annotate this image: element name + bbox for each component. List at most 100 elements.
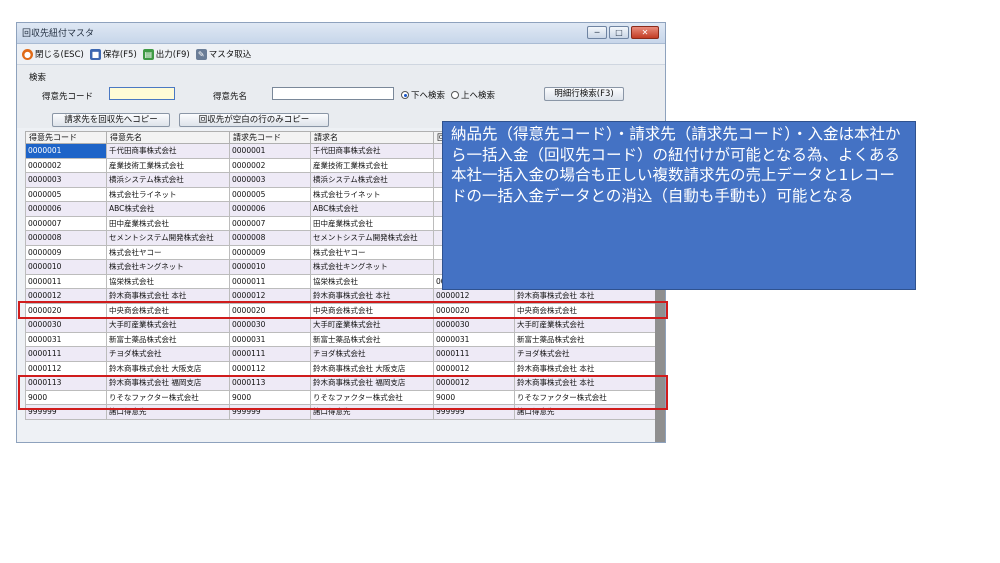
- table-cell[interactable]: 株式会社キングネット: [106, 259, 230, 275]
- table-cell[interactable]: 0000009: [229, 244, 311, 260]
- table-cell[interactable]: チヨダ株式会社: [310, 346, 434, 362]
- table-cell[interactable]: 株式会社キングネット: [310, 259, 434, 275]
- table-cell[interactable]: りそなファクター株式会社: [514, 389, 656, 405]
- table-cell[interactable]: 0000003: [229, 172, 311, 188]
- import-button[interactable]: ✎ マスタ取込: [195, 48, 251, 60]
- table-cell[interactable]: 大手町産業株式会社: [106, 317, 230, 333]
- table-cell[interactable]: 9000: [433, 389, 515, 405]
- table-cell[interactable]: 協栄株式会社: [310, 273, 434, 289]
- table-cell[interactable]: 0000112: [25, 360, 107, 376]
- maximize-button[interactable]: □: [609, 26, 629, 39]
- table-cell[interactable]: 0000011: [229, 273, 311, 289]
- table-cell[interactable]: 999999: [25, 404, 107, 420]
- close-window-button[interactable]: ✕: [631, 26, 659, 39]
- table-cell[interactable]: 鈴木商事株式会社 大阪支店: [310, 360, 434, 376]
- table-cell[interactable]: 産業技術工業株式会社: [310, 157, 434, 173]
- table-cell[interactable]: 0000111: [229, 346, 311, 362]
- table-row[interactable]: 0000030 大手町産業株式会社 0000030 大手町産業株式会社 0000030 大…: [25, 317, 656, 333]
- table-cell[interactable]: 諸口得意先: [310, 404, 434, 420]
- table-cell[interactable]: 0000113: [25, 375, 107, 391]
- output-button[interactable]: ▤ 出力(F9): [142, 48, 190, 60]
- table-cell[interactable]: 千代田商事株式会社: [106, 143, 230, 159]
- table-cell[interactable]: 諸口得意先: [514, 404, 656, 420]
- table-cell[interactable]: 中央商会株式会社: [310, 302, 434, 318]
- table-cell[interactable]: りそなファクター株式会社: [106, 389, 230, 405]
- table-row[interactable]: 0000111 チヨダ株式会社 0000111 チヨダ株式会社 0000111 チヨダ株式…: [25, 346, 656, 362]
- table-cell[interactable]: 0000001: [25, 143, 107, 159]
- table-cell[interactable]: 0000003: [25, 172, 107, 188]
- table-cell[interactable]: 0000012: [229, 288, 311, 304]
- detail-search-button[interactable]: 明細行検索(F3): [544, 87, 624, 101]
- customer-code-input[interactable]: [109, 87, 175, 100]
- table-cell[interactable]: チヨダ株式会社: [514, 346, 656, 362]
- table-cell[interactable]: 中央商会株式会社: [514, 302, 656, 318]
- table-cell[interactable]: 999999: [433, 404, 515, 420]
- table-cell[interactable]: 0000030: [433, 317, 515, 333]
- table-cell[interactable]: 0000020: [229, 302, 311, 318]
- table-cell[interactable]: 千代田商事株式会社: [310, 143, 434, 159]
- table-cell[interactable]: 0000002: [25, 157, 107, 173]
- table-cell[interactable]: 0000011: [25, 273, 107, 289]
- column-header[interactable]: 得意先コード: [25, 131, 107, 144]
- table-cell[interactable]: 0000112: [229, 360, 311, 376]
- table-cell[interactable]: 0000031: [25, 331, 107, 347]
- table-cell[interactable]: 0000008: [229, 230, 311, 246]
- table-cell[interactable]: 協栄株式会社: [106, 273, 230, 289]
- table-cell[interactable]: 0000005: [229, 186, 311, 202]
- table-cell[interactable]: 新富士薬品株式会社: [514, 331, 656, 347]
- table-cell[interactable]: 0000020: [433, 302, 515, 318]
- table-row[interactable]: 0000012 鈴木商事株式会社 本社 0000012 鈴木商事株式会社 本社 0000…: [25, 288, 656, 304]
- table-cell[interactable]: 0000030: [229, 317, 311, 333]
- table-cell[interactable]: 横浜システム株式会社: [106, 172, 230, 188]
- copy-billing-to-collection-button[interactable]: 請求先を回収先へコピー: [52, 113, 170, 127]
- customer-name-input[interactable]: [272, 87, 394, 100]
- table-row[interactable]: 0000112 鈴木商事株式会社 大阪支店 0000112 鈴木商事株式会社 大阪支店…: [25, 360, 656, 376]
- table-cell[interactable]: 株式会社ライネット: [106, 186, 230, 202]
- table-cell[interactable]: 0000006: [229, 201, 311, 217]
- table-row[interactable]: 0000031 新富士薬品株式会社 0000031 新富士薬品株式会社 0000031 新…: [25, 331, 656, 347]
- table-cell[interactable]: 999999: [229, 404, 311, 420]
- table-cell[interactable]: 0000111: [433, 346, 515, 362]
- table-cell[interactable]: 株式会社ヤコー: [106, 244, 230, 260]
- table-cell[interactable]: 0000007: [229, 215, 311, 231]
- table-row[interactable]: 0000113 鈴木商事株式会社 福岡支店 0000113 鈴木商事株式会社 福岡支店…: [25, 375, 656, 391]
- table-cell[interactable]: 鈴木商事株式会社 福岡支店: [106, 375, 230, 391]
- table-cell[interactable]: 田中産業株式会社: [106, 215, 230, 231]
- table-cell[interactable]: ABC株式会社: [106, 201, 230, 217]
- table-cell[interactable]: 大手町産業株式会社: [514, 317, 656, 333]
- table-row[interactable]: 0000020 中央商会株式会社 0000020 中央商会株式会社 0000020 中央商…: [25, 302, 656, 318]
- table-cell[interactable]: セメントシステム開発株式会社: [106, 230, 230, 246]
- table-cell[interactable]: 新富士薬品株式会社: [106, 331, 230, 347]
- table-cell[interactable]: 田中産業株式会社: [310, 215, 434, 231]
- table-cell[interactable]: 0000008: [25, 230, 107, 246]
- table-cell[interactable]: 鈴木商事株式会社 大阪支店: [106, 360, 230, 376]
- table-cell[interactable]: 0000012: [25, 288, 107, 304]
- table-cell[interactable]: 0000010: [25, 259, 107, 275]
- table-cell[interactable]: 大手町産業株式会社: [310, 317, 434, 333]
- table-cell[interactable]: 産業技術工業株式会社: [106, 157, 230, 173]
- table-cell[interactable]: 0000113: [229, 375, 311, 391]
- table-cell[interactable]: 0000009: [25, 244, 107, 260]
- table-cell[interactable]: 株式会社ライネット: [310, 186, 434, 202]
- table-cell[interactable]: 9000: [229, 389, 311, 405]
- radio-search-up[interactable]: 上へ検索: [451, 89, 495, 101]
- table-cell[interactable]: 鈴木商事株式会社 本社: [310, 288, 434, 304]
- table-cell[interactable]: 諸口得意先: [106, 404, 230, 420]
- table-cell[interactable]: 0000012: [433, 288, 515, 304]
- table-cell[interactable]: 横浜システム株式会社: [310, 172, 434, 188]
- column-header[interactable]: 請求先コード: [229, 131, 311, 144]
- save-button[interactable]: ■ 保存(F5): [89, 48, 137, 60]
- table-cell[interactable]: 0000030: [25, 317, 107, 333]
- table-row[interactable]: 9000 りそなファクター株式会社 9000 りそなファクター株式会社 9000 りそなフ…: [25, 389, 656, 405]
- table-cell[interactable]: 0000002: [229, 157, 311, 173]
- table-cell[interactable]: 0000020: [25, 302, 107, 318]
- table-cell[interactable]: 9000: [25, 389, 107, 405]
- table-cell[interactable]: チヨダ株式会社: [106, 346, 230, 362]
- table-cell[interactable]: 中央商会株式会社: [106, 302, 230, 318]
- close-button[interactable]: ● 閉じる(ESC): [22, 48, 84, 60]
- table-cell[interactable]: 株式会社ヤコー: [310, 244, 434, 260]
- table-cell[interactable]: 0000012: [433, 375, 515, 391]
- table-cell[interactable]: 0000010: [229, 259, 311, 275]
- table-cell[interactable]: 鈴木商事株式会社 本社: [514, 375, 656, 391]
- table-cell[interactable]: 新富士薬品株式会社: [310, 331, 434, 347]
